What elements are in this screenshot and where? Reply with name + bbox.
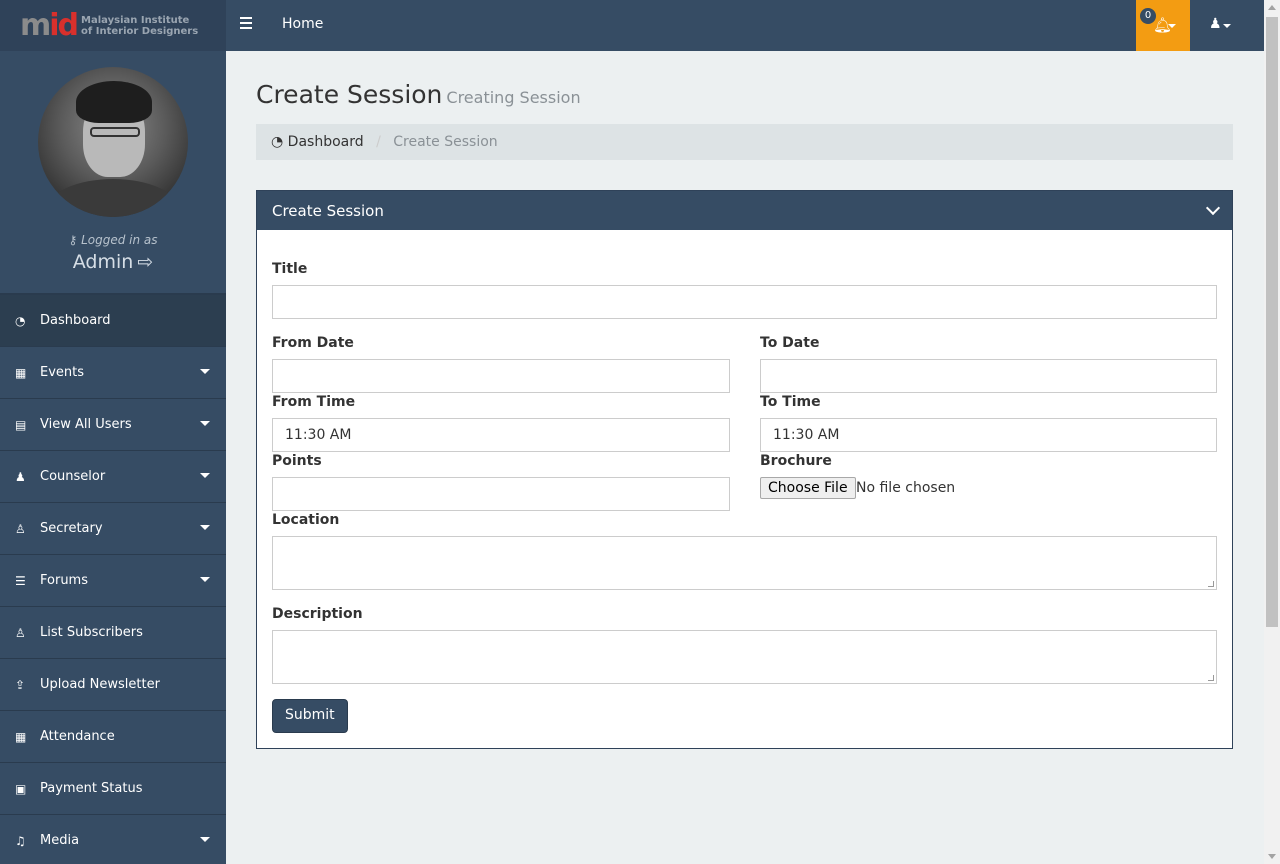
sidebar-item-secretary[interactable]: ♙ Secretary bbox=[0, 502, 226, 554]
sidebar-item-label: Counselor bbox=[40, 469, 106, 484]
page-scrollbar[interactable] bbox=[1264, 0, 1280, 864]
notifications-button[interactable]: 0 🔔︎ bbox=[1136, 0, 1190, 51]
sidebar-item-list-subscribers[interactable]: ♙ List Subscribers bbox=[0, 606, 226, 658]
money-icon: ▣ bbox=[15, 781, 27, 796]
breadcrumb: ◔ Dashboard / Create Session bbox=[256, 124, 1233, 160]
caret-down-icon bbox=[200, 473, 210, 478]
table-icon: ▤ bbox=[15, 417, 27, 432]
points-label: Points bbox=[272, 453, 322, 469]
sidebar-item-label: Dashboard bbox=[40, 313, 111, 328]
title-input[interactable] bbox=[272, 285, 1217, 319]
sidebar-item-label: Payment Status bbox=[40, 781, 143, 796]
key-icon: ⚷ bbox=[68, 233, 82, 247]
user-icon: ♙ bbox=[15, 521, 26, 536]
page-title: Create Session Creating Session bbox=[256, 80, 581, 109]
caret-down-icon bbox=[200, 369, 210, 374]
sidebar-item-media[interactable]: ♫ Media bbox=[0, 814, 226, 864]
hamburger-menu-icon[interactable] bbox=[240, 17, 252, 32]
panel-heading: Create Session bbox=[257, 191, 1232, 230]
description-label: Description bbox=[272, 606, 363, 622]
location-label: Location bbox=[272, 512, 340, 528]
sidebar-item-label: Secretary bbox=[40, 521, 103, 536]
logo-text: Malaysian Institute of Interior Designer… bbox=[81, 14, 199, 37]
calendar-icon: ▦ bbox=[15, 365, 27, 380]
to-time-label: To Time bbox=[760, 394, 821, 410]
caret-down-icon bbox=[1223, 24, 1231, 28]
sidebar-item-label: Media bbox=[40, 833, 80, 848]
top-navbar: Home 0 🔔︎ ♟ bbox=[226, 0, 1264, 51]
sidebar-item-dashboard[interactable]: ◔ Dashboard bbox=[0, 294, 226, 346]
music-icon: ♫ bbox=[15, 833, 26, 848]
choose-file-button[interactable]: Choose File bbox=[760, 477, 856, 499]
to-date-input[interactable] bbox=[760, 359, 1217, 393]
upload-icon: ⇪ bbox=[15, 677, 26, 692]
to-time-input[interactable] bbox=[760, 418, 1217, 452]
caret-down-icon bbox=[200, 421, 210, 426]
title-label: Title bbox=[272, 261, 308, 277]
submit-button[interactable]: Submit bbox=[272, 699, 348, 733]
sidebar-item-label: Attendance bbox=[40, 729, 115, 744]
logo[interactable]: mid Malaysian Institute of Interior Desi… bbox=[0, 0, 226, 51]
page-subtitle: Creating Session bbox=[446, 88, 581, 107]
sidebar-item-label: Upload Newsletter bbox=[40, 677, 160, 692]
from-date-input[interactable] bbox=[272, 359, 730, 393]
location-textarea[interactable] bbox=[272, 536, 1217, 590]
file-status-text: No file chosen bbox=[856, 480, 956, 496]
logged-in-text: ⚷ Logged in as bbox=[68, 233, 158, 247]
sidebar: mid Malaysian Institute of Interior Desi… bbox=[0, 0, 226, 864]
breadcrumb-separator: / bbox=[376, 134, 381, 150]
dashboard-icon: ◔ bbox=[15, 313, 26, 328]
dashboard-icon: ◔ bbox=[271, 134, 288, 150]
from-time-input[interactable] bbox=[272, 418, 730, 452]
user-menu-button[interactable]: ♟ bbox=[1202, 0, 1242, 51]
resize-grip-icon[interactable] bbox=[1208, 581, 1214, 587]
sidebar-item-payment-status[interactable]: ▣ Payment Status bbox=[0, 762, 226, 814]
scroll-up-arrow-icon[interactable] bbox=[1268, 5, 1276, 10]
sidebar-item-counselor[interactable]: ♟ Counselor bbox=[0, 450, 226, 502]
caret-down-icon bbox=[200, 837, 210, 842]
sidebar-item-forums[interactable]: ☰ Forums bbox=[0, 554, 226, 606]
sidebar-item-label: Events bbox=[40, 365, 85, 380]
resize-grip-icon[interactable] bbox=[1208, 675, 1214, 681]
from-date-label: From Date bbox=[272, 335, 354, 351]
brochure-label: Brochure bbox=[760, 453, 832, 469]
avatar bbox=[38, 67, 188, 217]
sidebar-item-upload-newsletter[interactable]: ⇪ Upload Newsletter bbox=[0, 658, 226, 710]
list-icon: ☰ bbox=[15, 573, 26, 588]
users-icon: ♟ bbox=[15, 469, 26, 484]
from-time-label: From Time bbox=[272, 394, 356, 410]
user-profile: ⚷ Logged in as Admin ⇨ bbox=[0, 51, 226, 294]
to-date-label: To Date bbox=[760, 335, 820, 351]
admin-username[interactable]: Admin ⇨ bbox=[0, 251, 226, 273]
caret-down-icon bbox=[1168, 24, 1176, 28]
logo-mark: mid bbox=[20, 7, 79, 43]
scroll-down-arrow-icon[interactable] bbox=[1268, 854, 1276, 859]
sign-out-icon[interactable]: ⇨ bbox=[137, 251, 153, 273]
description-textarea[interactable] bbox=[272, 630, 1217, 684]
sidebar-item-view-all-users[interactable]: ▤ View All Users bbox=[0, 398, 226, 450]
points-input[interactable] bbox=[272, 477, 730, 511]
sidebar-item-label: List Subscribers bbox=[40, 625, 143, 640]
scrollbar-thumb[interactable] bbox=[1266, 17, 1278, 627]
sidebar-item-events[interactable]: ▦ Events bbox=[0, 346, 226, 398]
sidebar-item-label: Forums bbox=[40, 573, 88, 588]
user-icon: ♙ bbox=[15, 625, 26, 640]
sidebar-item-attendance[interactable]: ▦ Attendance bbox=[0, 710, 226, 762]
caret-down-icon bbox=[200, 577, 210, 582]
panel-title: Create Session bbox=[272, 202, 384, 220]
chevron-down-icon[interactable] bbox=[1205, 200, 1221, 216]
breadcrumb-dashboard-link[interactable]: ◔ Dashboard bbox=[271, 134, 364, 150]
user-icon: ♟ bbox=[1209, 16, 1222, 32]
calendar-icon: ▦ bbox=[15, 729, 27, 744]
breadcrumb-current: Create Session bbox=[393, 134, 498, 150]
home-link[interactable]: Home bbox=[282, 16, 323, 32]
caret-down-icon bbox=[200, 525, 210, 530]
sidebar-item-label: View All Users bbox=[40, 417, 132, 432]
